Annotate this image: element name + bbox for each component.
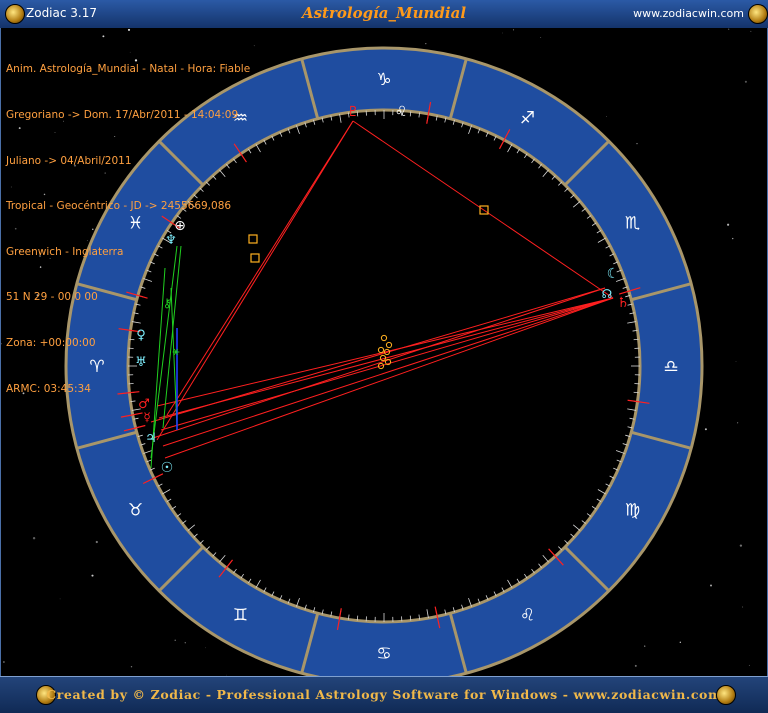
info-line-armc: ARMC: 03:45:34	[6, 382, 250, 397]
pluto-glyph: ♇	[347, 104, 360, 120]
info-line-julian: Juliano -> 04/Abril/2011	[6, 154, 250, 169]
scorpio-sign: ♏	[625, 214, 640, 234]
info-line-zodiac: Tropical - Geocéntrico - JD -> 2455669,0…	[6, 199, 250, 214]
star	[254, 45, 255, 46]
star	[540, 37, 541, 38]
star	[710, 585, 712, 587]
star	[205, 647, 206, 648]
node-glyph: ☊	[602, 287, 613, 301]
star	[635, 665, 637, 667]
taurus-sign: ♉	[128, 501, 143, 521]
star	[680, 642, 681, 643]
star	[1, 343, 2, 344]
saturn-glyph: ♄	[617, 295, 630, 311]
star	[91, 575, 93, 577]
star	[131, 666, 132, 667]
star	[732, 238, 733, 239]
star	[727, 224, 729, 226]
leo-inner-glyph: ♌	[395, 104, 408, 120]
capricorn-sign: ♑	[376, 70, 391, 90]
star	[606, 116, 607, 117]
globe-icon[interactable]	[748, 4, 768, 24]
virgo-sign: ♍	[625, 501, 640, 521]
website-label: www.zodiacwin.com	[633, 7, 744, 20]
star	[644, 645, 645, 646]
star	[425, 43, 426, 44]
footer-right-icon	[716, 685, 736, 705]
star	[745, 81, 747, 83]
star	[513, 29, 514, 30]
jupiter-glyph: ♃	[145, 431, 157, 446]
star	[749, 665, 750, 666]
footer-bar: Created by © Zodiac - Professional Astro…	[0, 676, 768, 713]
footer-credit: Created by © Zodiac - Professional Astro…	[0, 687, 768, 702]
info-line-location: Greenwich - Inglaterra	[6, 245, 250, 260]
star	[175, 640, 176, 641]
star	[728, 29, 729, 30]
star	[705, 428, 707, 430]
star	[751, 31, 752, 32]
info-line-coordinates: 51 N 29 - 00 0 00	[6, 290, 250, 305]
sagittarius-sign: ♐	[520, 108, 535, 128]
degree-tick	[410, 111, 411, 116]
star	[502, 33, 503, 34]
star	[736, 361, 737, 362]
star	[742, 606, 743, 607]
gemini-sign: ♊	[233, 606, 248, 626]
sun-glyph: ☉	[161, 460, 174, 476]
chart-canvas[interactable]: ♑♐♏♎♍♌♋♊♉♈♓♒ ♇♌☾☊♄⊕♆♀♅♂♃☉⚷⚹☿ Anim. Astro…	[0, 28, 768, 676]
degree-tick	[357, 616, 358, 621]
info-line-gregorian: Gregoriano -> Dom. 17/Abr/2011 - 14:04:0…	[6, 108, 250, 123]
star	[636, 143, 637, 144]
chart-info-panel: Anim. Astrología_Mundial - Natal - Hora:…	[6, 32, 250, 427]
degree-tick	[634, 392, 639, 393]
degree-tick	[634, 339, 639, 340]
cancer-sign: ♋	[376, 644, 391, 664]
star	[185, 642, 186, 643]
star	[128, 29, 130, 31]
degree-tick	[410, 616, 411, 621]
leo-sign: ♌	[520, 606, 535, 626]
star	[60, 599, 61, 600]
star	[740, 544, 742, 546]
star	[33, 537, 35, 539]
info-line-zone: Zona: +00:00:00	[6, 336, 250, 351]
star	[3, 661, 5, 663]
star	[96, 541, 98, 543]
star	[737, 422, 738, 423]
libra-sign: ♎	[663, 357, 678, 377]
app-window: Zodiac 3.17 Astrología_Mundial www.zodia…	[0, 0, 768, 712]
moon-glyph: ☾	[607, 266, 620, 282]
info-line-chart: Anim. Astrología_Mundial - Natal - Hora:…	[6, 62, 250, 77]
title-bar[interactable]: Zodiac 3.17 Astrología_Mundial www.zodia…	[0, 0, 768, 29]
